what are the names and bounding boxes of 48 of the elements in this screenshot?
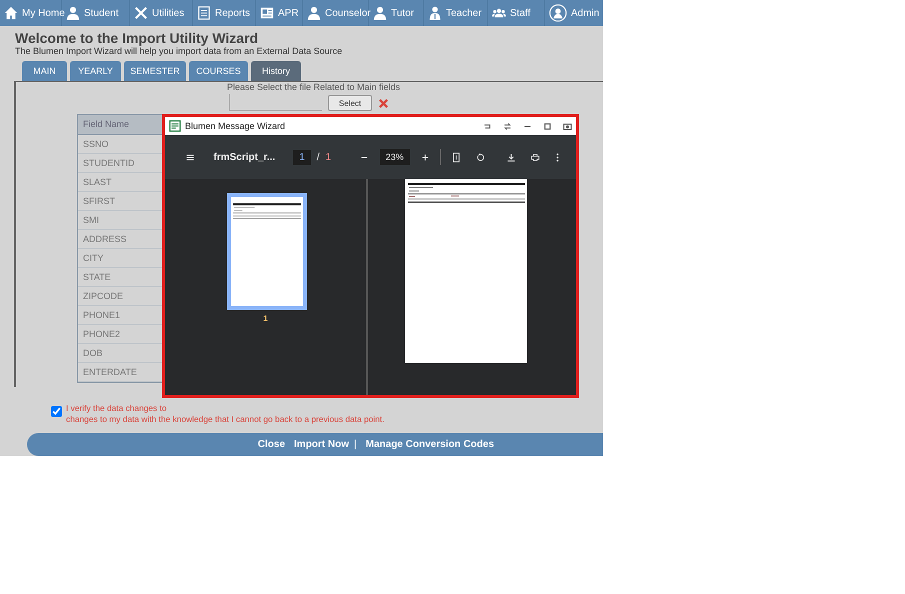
tab[interactable]: YEARLY [70,61,121,81]
person-icon [66,6,80,20]
page-input[interactable]: 1 [293,150,311,164]
file-prompt: Please Select the file Related to Main fields [226,82,402,93]
tab[interactable]: COURSES [189,61,248,81]
document-icon [169,120,181,132]
delete-icon[interactable] [378,98,389,109]
page-subtitle: The Blumen Import Wizard will help you import data from an External Data Source [15,46,344,57]
print-icon[interactable] [531,152,540,162]
board-icon [260,6,274,20]
verify-text: changes to my data with the knowledge that I cannot go back to a previous data point. [66,414,384,425]
avatar-icon [549,4,567,22]
person-icon [373,6,387,20]
select-button[interactable]: Select [328,95,372,111]
fit-page-icon[interactable] [452,152,460,162]
file-name: frmScript_r... [214,152,276,162]
group-icon [492,6,506,20]
restore-icon[interactable] [483,122,492,130]
teacher-icon [428,6,442,20]
document-icon [197,6,211,20]
separator: | [354,439,357,450]
rotate-icon[interactable] [476,152,485,162]
maximize-icon[interactable] [543,122,552,130]
tab[interactable]: SEMESTER [124,61,186,81]
page-thumbnail[interactable] [226,193,306,310]
zoom-field[interactable]: 23% [380,149,410,165]
file-field[interactable] [229,94,322,111]
nav-item[interactable]: Admin [545,0,603,26]
house-icon [4,6,18,20]
footer-link[interactable]: Manage Conversion Codes [366,439,494,450]
tab[interactable]: History [251,61,301,81]
download-icon[interactable] [506,152,516,162]
tools-icon [134,6,148,20]
verify-text: I verify the data changes to [66,403,168,414]
dialog-title: Blumen Message Wizard [185,121,286,131]
camera-icon[interactable] [563,122,572,130]
footer-link[interactable]: Close [258,439,286,450]
zoom-in-icon[interactable] [420,152,430,162]
tab[interactable]: MAIN [22,61,67,81]
thumbnail-label: 1 [263,314,268,323]
swap-icon[interactable] [503,122,512,130]
person-icon [307,6,321,20]
page-separator: / [316,152,320,162]
verify-checkbox[interactable] [51,406,62,417]
page-total: 1 [326,152,332,162]
page-title: Welcome to the Import Utility Wizard [15,30,260,46]
more-icon[interactable] [556,152,559,162]
footer-link[interactable]: Import Now [294,439,350,450]
